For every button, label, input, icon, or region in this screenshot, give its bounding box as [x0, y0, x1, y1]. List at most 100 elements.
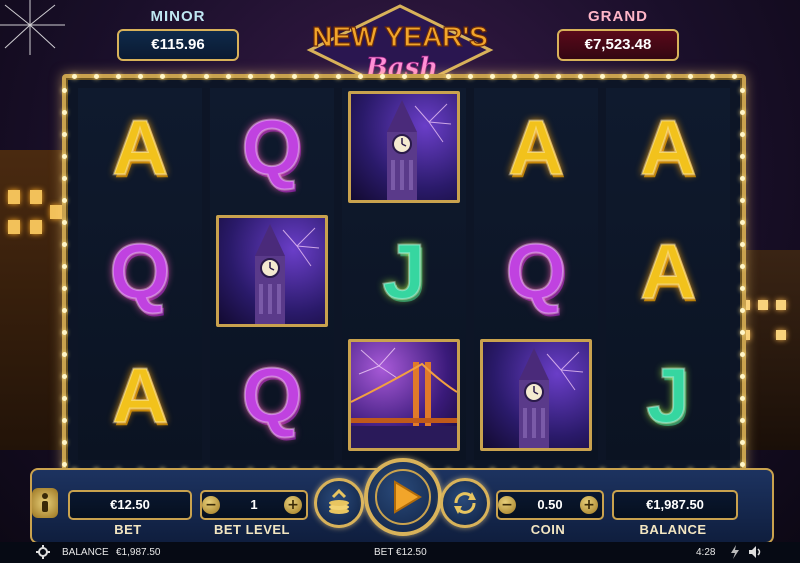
frame-light-bulb [336, 74, 341, 79]
frame-light-bulb [160, 74, 165, 79]
symbol-a-icon: A [111, 351, 169, 439]
frame-light-bulb [62, 330, 67, 335]
frame-light-bulb [622, 74, 627, 79]
frame-light-bulb [600, 74, 605, 79]
symbol-j-icon: J [645, 351, 690, 439]
frame-light-bulb [740, 440, 745, 445]
reel-cell: A [474, 88, 598, 206]
symbol-j-icon: J [381, 227, 426, 315]
frame-light-bulb [204, 74, 209, 79]
coin-minus-button[interactable]: − [498, 496, 516, 514]
info-icon [42, 493, 48, 512]
frame-light-bulb [740, 132, 745, 137]
frame-light-bulb [740, 330, 745, 335]
symbol-a-icon: A [639, 103, 697, 191]
frame-light-bulb [62, 286, 67, 291]
firework-decoration [0, 0, 65, 55]
frame-light-bulb [62, 176, 67, 181]
reel-cell: Q [474, 212, 598, 330]
reel-cell: J [606, 336, 730, 454]
reel-cell: J [342, 212, 466, 330]
frame-light-bulb [740, 88, 745, 93]
info-button[interactable] [32, 488, 58, 518]
frame-light-bulb [468, 74, 473, 79]
reel-cell: A [78, 336, 202, 454]
frame-light-bulb [62, 308, 67, 313]
frame-light-bulb [740, 308, 745, 313]
frame-light-bulb [740, 264, 745, 269]
frame-light-bulb [424, 74, 429, 79]
reel-2: QQ [210, 88, 334, 460]
reel-cell: A [606, 88, 730, 206]
reel-1: AQA [78, 88, 202, 460]
frame-light-bulb [740, 176, 745, 181]
frame-light-bulb [666, 74, 671, 79]
bet-value-display: €12.50 [68, 490, 192, 520]
quick-spin-button[interactable] [440, 478, 490, 528]
symbol-big-ben-icon [480, 339, 592, 451]
frame-light-bulb [740, 242, 745, 247]
frame-light-bulb [62, 220, 67, 225]
frame-light-bulb [62, 110, 67, 115]
bet-label: BET [114, 522, 142, 537]
frame-light-bulb [62, 242, 67, 247]
reel-cell [342, 88, 466, 206]
minor-jackpot-value: €115.96 [117, 29, 239, 61]
frame-light-bulb [62, 264, 67, 269]
frame-light-bulb [740, 286, 745, 291]
frame-light-bulb [740, 396, 745, 401]
frame-light-bulb [490, 74, 495, 79]
reel-cell [474, 336, 598, 454]
frame-light-bulb [740, 110, 745, 115]
frame-light-bulb [94, 74, 99, 79]
spin-button[interactable] [364, 458, 442, 536]
frame-light-bulb [512, 74, 517, 79]
refresh-icon [454, 492, 476, 514]
symbol-q-icon: Q [109, 227, 172, 315]
turbo-button[interactable] [730, 542, 740, 563]
symbol-golden-gate-bridge-icon [348, 339, 460, 451]
balance-value-display: €1,987.50 [612, 490, 738, 520]
frame-light-bulb [578, 74, 583, 79]
minor-jackpot-label: MINOR [150, 8, 206, 25]
frame-light-bulb [248, 74, 253, 79]
frame-light-bulb [534, 74, 539, 79]
settings-button[interactable] [36, 542, 50, 563]
game-scene: MINOR €115.96 GRAND €7,523.48 NEW YEAR'S… [0, 0, 800, 563]
gear-icon [36, 545, 50, 560]
frame-light-bulb [740, 352, 745, 357]
sound-button[interactable] [748, 542, 762, 563]
frame-light-bulb [740, 154, 745, 159]
frame-light-bulb [358, 74, 363, 79]
frame-light-bulb [62, 154, 67, 159]
autoplay-button[interactable] [314, 478, 364, 528]
logo-line1: NEW YEAR'S [312, 21, 488, 52]
lightning-icon [731, 545, 739, 560]
frame-light-bulb [314, 74, 319, 79]
grand-jackpot: GRAND €7,523.48 [548, 8, 688, 66]
frame-light-bulb [62, 88, 67, 93]
frame-light-bulb [732, 74, 737, 79]
coin-plus-button[interactable]: + [580, 496, 598, 514]
frame-light-bulb [226, 74, 231, 79]
reel-cell: A [606, 212, 730, 330]
frame-light-bulb [270, 74, 275, 79]
frame-light-bulb [740, 374, 745, 379]
status-bet-text: BET €12.50 [374, 547, 427, 558]
bet-level-minus-button[interactable]: − [202, 496, 220, 514]
frame-light-bulb [740, 198, 745, 203]
frame-light-bulb [710, 74, 715, 79]
city-building-left [0, 150, 70, 450]
frame-light-bulb [556, 74, 561, 79]
grand-jackpot-label: GRAND [588, 8, 648, 25]
bet-level-label: BET LEVEL [213, 522, 290, 537]
frame-light-bulb [380, 74, 385, 79]
frame-light-bulb [740, 220, 745, 225]
bet-level-plus-button[interactable]: + [284, 496, 302, 514]
symbol-q-icon: Q [241, 351, 304, 439]
coin-label: COIN [530, 522, 566, 537]
sound-icon [749, 546, 761, 559]
clock-time: 4:28 [696, 547, 716, 558]
coin-value: 0.50 [537, 497, 563, 512]
auto-spin-coins-icon [329, 488, 349, 514]
